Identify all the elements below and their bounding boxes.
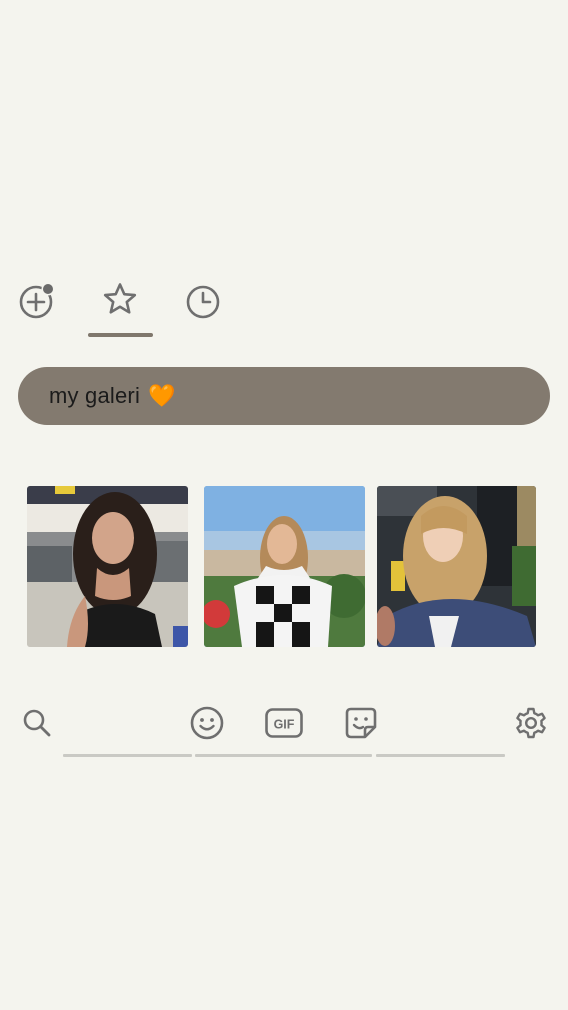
keyboard-bottom-bar: GIF [0,700,568,760]
gallery-photo-3[interactable] [377,486,536,647]
notification-badge [43,284,53,294]
emoji-icon [190,706,224,740]
settings-button[interactable] [510,702,552,744]
search-icon [23,709,51,737]
sticker-tab-button[interactable] [340,702,382,744]
search-button[interactable] [16,702,58,744]
gif-tab-button[interactable]: GIF [263,702,305,744]
recent-tab-button[interactable] [181,278,225,322]
gear-icon [516,707,546,739]
collection-label: my galeri [49,383,141,408]
gallery-photo-2[interactable] [204,486,365,647]
sticker-icon [345,707,377,739]
orange-heart-emoji: 🧡 [148,383,176,408]
svg-text:GIF: GIF [274,718,295,732]
add-circle-icon [19,282,55,319]
keyboard-panel-tabs [0,270,568,340]
selected-tab-indicator [88,333,153,337]
clock-icon [186,285,220,319]
star-icon [103,283,137,314]
gallery-photo-1[interactable] [27,486,188,647]
page-segment-3 [376,754,505,757]
photo-image [377,486,536,647]
favorites-tab-button[interactable] [98,278,142,322]
collection-pill[interactable]: my galeri 🧡 [18,367,550,425]
gif-icon: GIF [265,708,303,738]
add-tab-button[interactable] [15,278,59,322]
page-segment-2 [195,754,372,757]
page-segment-1 [63,754,192,757]
photo-image [204,486,365,647]
photo-image [27,486,188,647]
emoji-tab-button[interactable] [186,702,228,744]
